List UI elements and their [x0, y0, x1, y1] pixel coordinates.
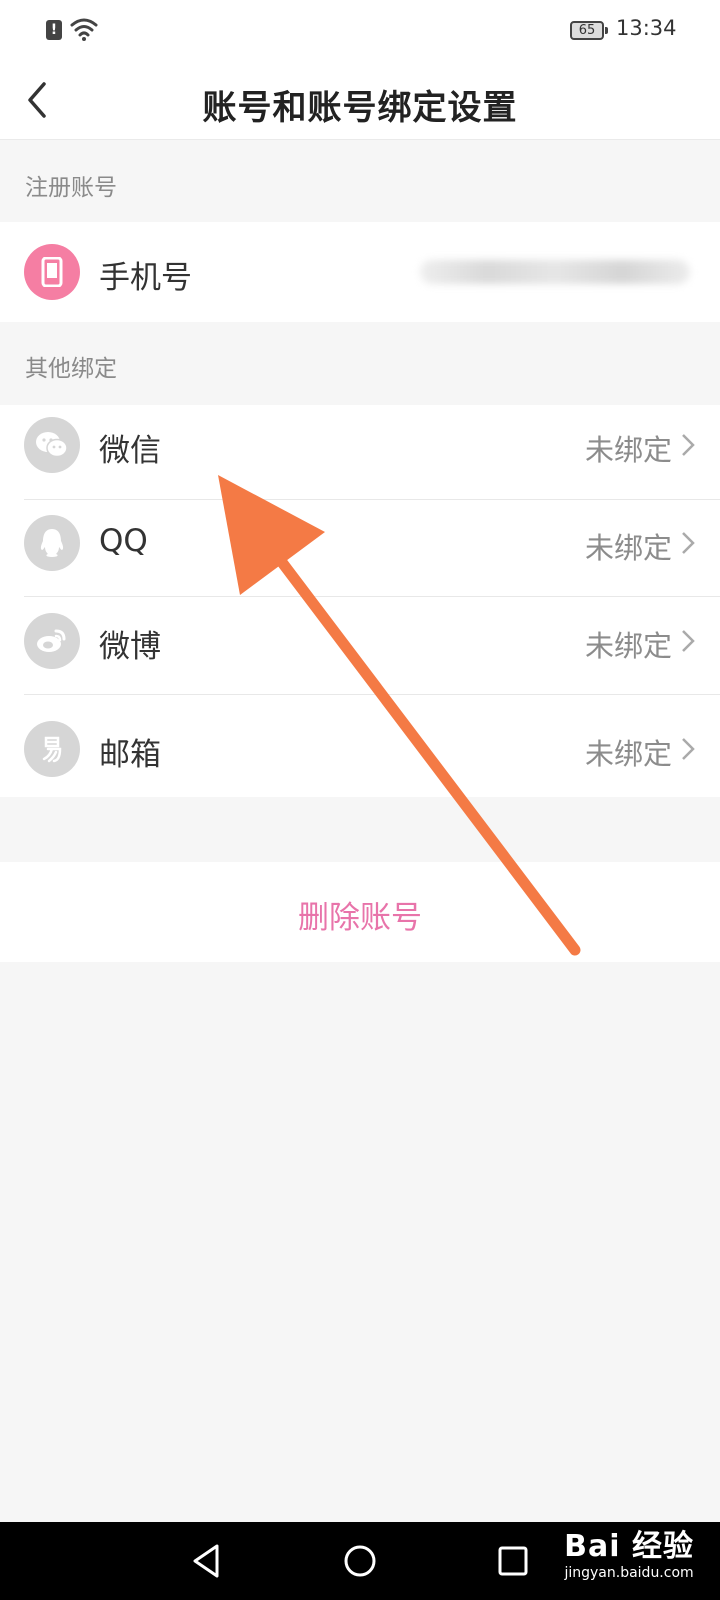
binding-row-email[interactable]: 邮箱 未绑定 [0, 699, 720, 799]
section-header-other: 其他绑定 [25, 356, 117, 382]
watermark-sub: jingyan.baidu.com [564, 1565, 694, 1581]
weibo-icon [24, 613, 80, 669]
battery-icon: 65 [570, 21, 608, 40]
battery-level: 65 [578, 23, 596, 38]
divider [24, 694, 720, 695]
chevron-right-icon [682, 630, 695, 652]
binding-label: 微博 [99, 629, 161, 665]
binding-status: 未绑定 [584, 737, 672, 771]
home-circle-icon[interactable] [339, 1540, 381, 1582]
phone-label: 手机号 [99, 260, 192, 296]
binding-status: 未绑定 [584, 531, 672, 565]
delete-account-label: 删除账号 [298, 900, 422, 936]
netease-mail-icon [24, 721, 80, 777]
qq-icon [24, 515, 80, 571]
status-bar: ! 65 13:34 [0, 0, 720, 60]
binding-label: QQ [99, 523, 148, 559]
phone-number-blurred [420, 260, 690, 284]
section-header-registered: 注册账号 [25, 175, 117, 201]
binding-row-wechat[interactable]: 微信 未绑定 [0, 395, 720, 500]
wifi-icon [70, 18, 98, 41]
system-nav-bar: Bai 经验 jingyan.baidu.com [0, 1522, 720, 1600]
binding-status: 未绑定 [584, 433, 672, 467]
chevron-right-icon [682, 532, 695, 554]
watermark-main: Bai 经验 [564, 1529, 694, 1564]
alert-icon: ! [46, 20, 62, 40]
phone-row[interactable]: 手机号 [0, 222, 720, 322]
delete-account-button[interactable]: 删除账号 [0, 862, 720, 962]
binding-status: 未绑定 [584, 629, 672, 663]
registered-panel: 手机号 [0, 222, 720, 322]
binding-row-qq[interactable]: QQ 未绑定 [0, 493, 720, 597]
binding-label: 微信 [99, 433, 161, 469]
title-bar: 账号和账号绑定设置 [0, 60, 720, 140]
other-bindings-panel: 微信 未绑定 QQ 未绑定 微博 未绑定 邮箱 未绑定 [0, 405, 720, 797]
binding-label: 邮箱 [99, 737, 161, 773]
binding-row-weibo[interactable]: 微博 未绑定 [0, 591, 720, 695]
page-title: 账号和账号绑定设置 [202, 88, 518, 128]
baidu-jingyan-watermark: Bai 经验 jingyan.baidu.com [564, 1530, 694, 1582]
chevron-right-icon [682, 434, 695, 456]
phone-icon [24, 244, 80, 300]
back-triangle-icon[interactable] [186, 1540, 228, 1582]
wechat-icon [24, 417, 80, 473]
clock: 13:34 [616, 16, 677, 40]
chevron-right-icon [682, 738, 695, 760]
recents-square-icon[interactable] [492, 1540, 534, 1582]
